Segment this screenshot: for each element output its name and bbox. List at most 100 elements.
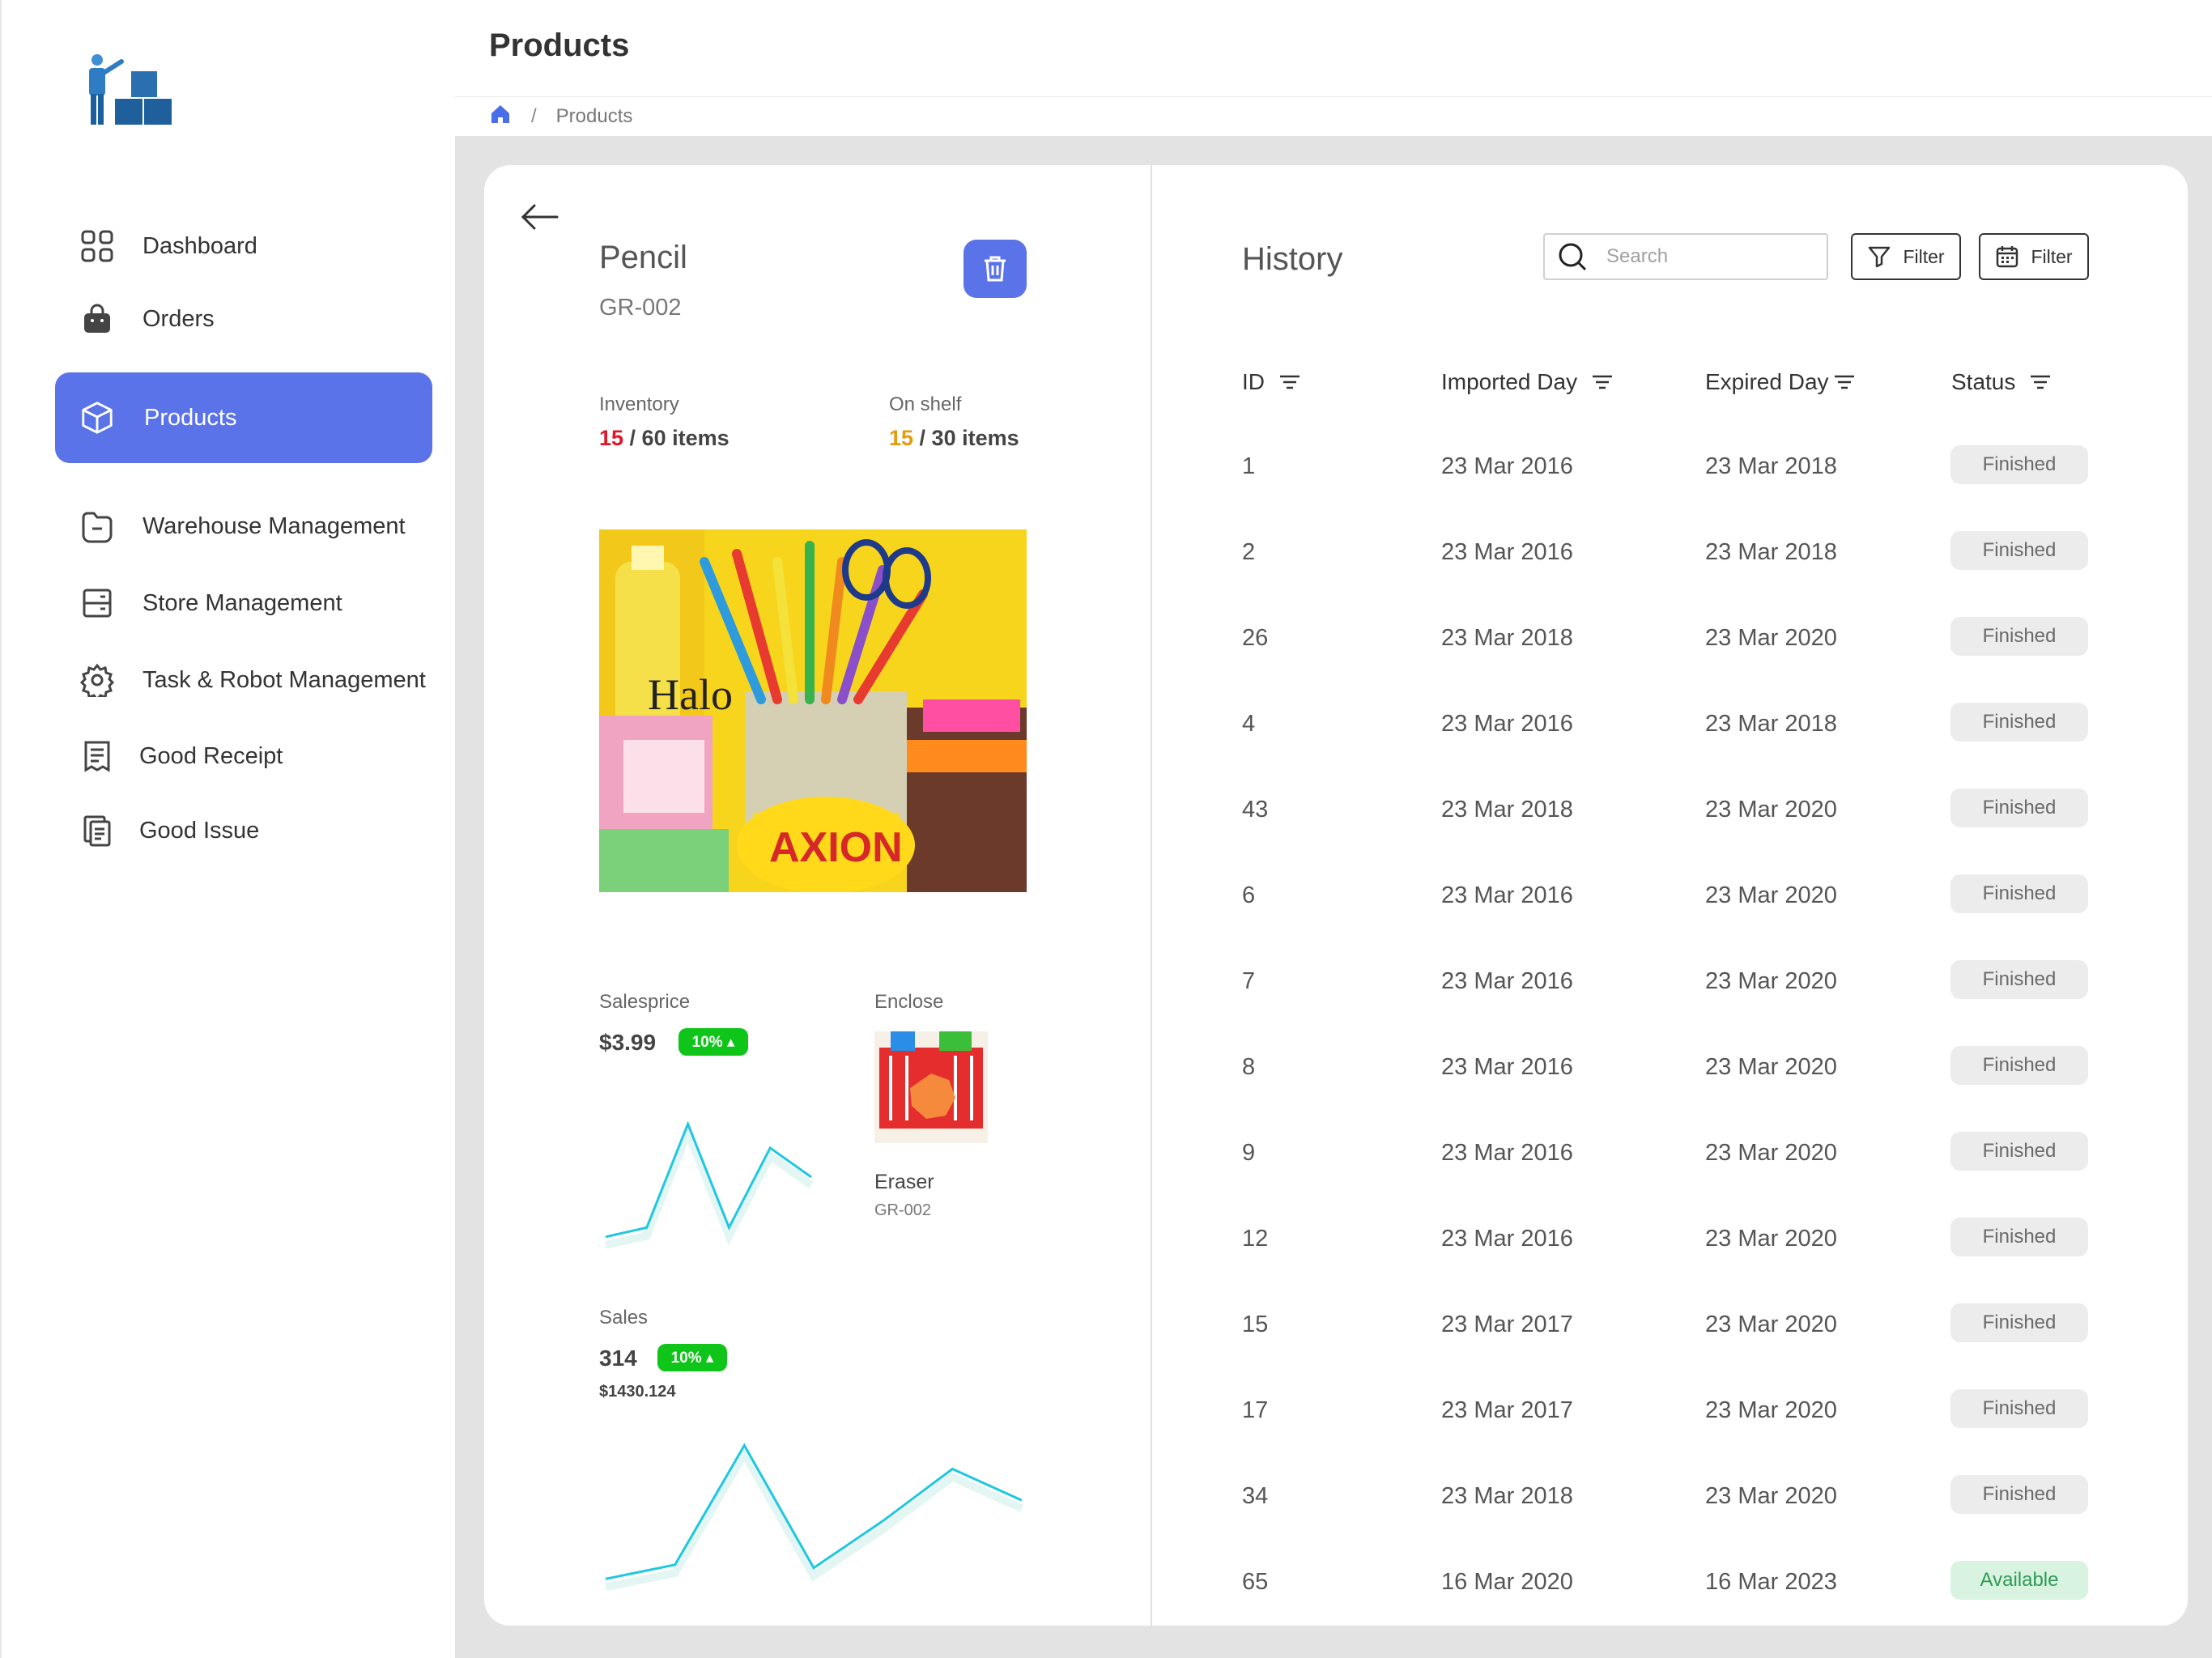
on-shelf-label: On shelf bbox=[889, 393, 962, 415]
table-row[interactable]: 65 16 Mar 2020 16 Mar 2023 Available bbox=[1242, 1561, 2092, 1609]
sidebar-item-label: Orders bbox=[143, 305, 215, 332]
sort-icon bbox=[1834, 375, 1854, 389]
calendar-icon bbox=[1997, 246, 2018, 268]
table-row[interactable]: 34 23 Mar 2018 23 Mar 2020 Finished bbox=[1242, 1475, 2092, 1524]
sidebar-item-dashboard[interactable]: Dashboard bbox=[79, 222, 257, 270]
sidebar-item-good-issue[interactable]: Good Issue bbox=[79, 806, 259, 855]
table-row[interactable]: 6 23 Mar 2016 23 Mar 2020 Finished bbox=[1242, 874, 2092, 923]
table-row[interactable]: 26 23 Mar 2018 23 Mar 2020 Finished bbox=[1242, 617, 2092, 665]
trend-line-shadow bbox=[604, 1120, 814, 1249]
status-badge: Finished bbox=[1950, 445, 2088, 484]
filter-button-label: Filter bbox=[1903, 245, 1945, 267]
cell-expired-day: 23 Mar 2018 bbox=[1705, 453, 1837, 479]
cell-expired-day: 23 Mar 2018 bbox=[1705, 711, 1837, 737]
cell-expired-day: 23 Mar 2018 bbox=[1705, 539, 1837, 565]
table-row[interactable]: 43 23 Mar 2018 23 Mar 2020 Finished bbox=[1242, 789, 2092, 837]
salesprice-trend-chart bbox=[604, 1120, 814, 1249]
cell-imported-day: 23 Mar 2018 bbox=[1441, 1483, 1573, 1509]
cell-imported-day: 23 Mar 2016 bbox=[1441, 1140, 1573, 1166]
funnel-icon bbox=[1869, 246, 1891, 268]
gear-icon bbox=[79, 662, 115, 698]
delete-button[interactable] bbox=[963, 240, 1027, 298]
trash-icon bbox=[985, 256, 1006, 282]
inventory-label: Inventory bbox=[599, 393, 679, 415]
cell-id: 43 bbox=[1242, 797, 1269, 823]
status-badge: Finished bbox=[1950, 789, 2088, 827]
sidebar-item-products[interactable]: Products bbox=[55, 372, 432, 463]
panel-divider bbox=[1151, 165, 1152, 1626]
cell-imported-day: 23 Mar 2016 bbox=[1441, 1054, 1573, 1080]
svg-text:AXION: AXION bbox=[769, 824, 903, 871]
table-row[interactable]: 15 23 Mar 2017 23 Mar 2020 Finished bbox=[1242, 1303, 2092, 1352]
storage-icon bbox=[79, 585, 115, 621]
inventory-value: 15 / 60 items bbox=[599, 426, 730, 450]
cell-expired-day: 23 Mar 2020 bbox=[1705, 1226, 1837, 1252]
filter-button[interactable]: Filter bbox=[1851, 233, 1961, 280]
sales-value: 314 bbox=[599, 1346, 637, 1371]
salesprice-value: $3.99 bbox=[599, 1030, 657, 1055]
column-header-id[interactable]: ID bbox=[1242, 369, 1300, 395]
enclose-item-image bbox=[874, 1031, 988, 1143]
product-image: Halo AXION bbox=[599, 529, 1027, 892]
table-row[interactable]: 8 23 Mar 2016 23 Mar 2020 Finished bbox=[1242, 1046, 2092, 1095]
table-row[interactable]: 7 23 Mar 2016 23 Mar 2020 Finished bbox=[1242, 960, 2092, 1009]
table-row[interactable]: 1 23 Mar 2016 23 Mar 2018 Finished bbox=[1242, 445, 2092, 494]
cell-id: 1 bbox=[1242, 453, 1256, 479]
cell-id: 2 bbox=[1242, 539, 1256, 565]
home-icon[interactable] bbox=[489, 103, 512, 131]
history-title: History bbox=[1242, 241, 1343, 277]
sort-icon bbox=[1593, 375, 1613, 389]
table-row[interactable]: 4 23 Mar 2016 23 Mar 2018 Finished bbox=[1242, 703, 2092, 751]
cell-id: 15 bbox=[1242, 1312, 1269, 1337]
cell-id: 7 bbox=[1242, 968, 1256, 994]
cell-expired-day: 23 Mar 2020 bbox=[1705, 1054, 1837, 1080]
cell-expired-day: 23 Mar 2020 bbox=[1705, 882, 1837, 908]
search-box bbox=[1543, 233, 1828, 280]
table-row[interactable]: 9 23 Mar 2016 23 Mar 2020 Finished bbox=[1242, 1132, 2092, 1180]
column-header-imported-day[interactable]: Imported Day bbox=[1441, 369, 1613, 395]
cell-imported-day: 23 Mar 2016 bbox=[1441, 539, 1573, 565]
sidebar-item-label: Products bbox=[144, 404, 237, 431]
box-icon bbox=[79, 400, 115, 436]
table-row[interactable]: 17 23 Mar 2017 23 Mar 2020 Finished bbox=[1242, 1389, 2092, 1438]
search-input[interactable] bbox=[1606, 245, 1809, 268]
sales-label: Sales bbox=[599, 1307, 649, 1329]
sidebar-item-good-receipt[interactable]: Good Receipt bbox=[79, 732, 283, 780]
header: Products bbox=[455, 0, 2212, 97]
svg-text:Halo: Halo bbox=[648, 670, 733, 719]
back-arrow-icon[interactable] bbox=[518, 201, 560, 233]
page-title: Products bbox=[489, 28, 630, 63]
salesprice-badge: 10% ▴ bbox=[678, 1028, 748, 1056]
cell-imported-day: 23 Mar 2016 bbox=[1441, 711, 1573, 737]
sidebar-item-store-management[interactable]: Store Management bbox=[79, 579, 342, 627]
folder-icon bbox=[79, 508, 115, 544]
cell-imported-day: 16 Mar 2020 bbox=[1441, 1569, 1573, 1595]
table-row[interactable]: 12 23 Mar 2016 23 Mar 2020 Finished bbox=[1242, 1218, 2092, 1266]
table-row[interactable]: 2 23 Mar 2016 23 Mar 2018 Finished bbox=[1242, 531, 2092, 580]
sidebar-item-task-robot-management[interactable]: Task & Robot Management bbox=[79, 656, 426, 704]
cell-imported-day: 23 Mar 2018 bbox=[1441, 625, 1573, 651]
breadcrumb: / Products bbox=[455, 97, 2212, 136]
cell-expired-day: 23 Mar 2020 bbox=[1705, 625, 1837, 651]
status-badge: Finished bbox=[1950, 960, 2088, 999]
column-header-status[interactable]: Status bbox=[1951, 369, 2051, 395]
sidebar-item-label: Task & Robot Management bbox=[143, 666, 426, 693]
sidebar-item-orders[interactable]: Orders bbox=[79, 295, 215, 343]
sidebar-item-label: Store Management bbox=[143, 589, 342, 616]
status-badge: Finished bbox=[1950, 617, 2088, 656]
sidebar-item-warehouse-management[interactable]: Warehouse Management bbox=[79, 502, 406, 551]
cell-id: 34 bbox=[1242, 1483, 1269, 1509]
sidebar: Dashboard Orders Products Warehouse Mana… bbox=[0, 0, 455, 1658]
status-badge: Finished bbox=[1950, 874, 2088, 913]
search-icon bbox=[1559, 243, 1587, 271]
cell-imported-day: 23 Mar 2016 bbox=[1441, 882, 1573, 908]
status-badge: Finished bbox=[1950, 1303, 2088, 1342]
cell-expired-day: 23 Mar 2020 bbox=[1705, 968, 1837, 994]
column-header-expired-day[interactable]: Expired Day bbox=[1705, 369, 1855, 395]
status-badge: Finished bbox=[1950, 1218, 2088, 1256]
status-badge: Finished bbox=[1950, 1046, 2088, 1085]
cell-expired-day: 16 Mar 2023 bbox=[1705, 1569, 1837, 1595]
sort-icon bbox=[2031, 375, 2051, 389]
date-filter-button[interactable]: Filter bbox=[1979, 233, 2089, 280]
bag-icon bbox=[79, 301, 115, 337]
